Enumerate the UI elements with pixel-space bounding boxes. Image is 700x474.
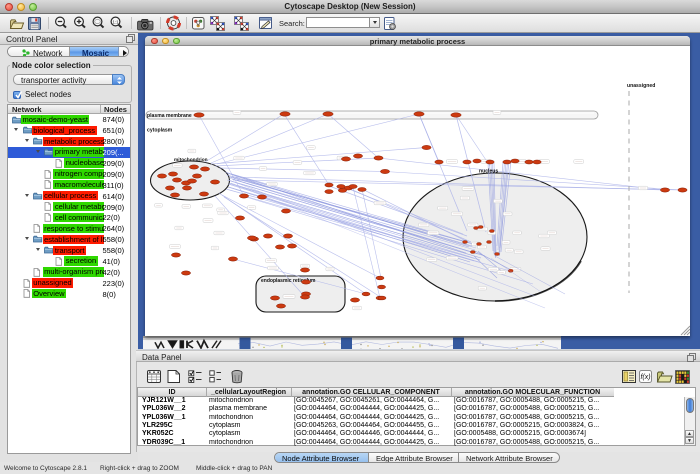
svg-text:1:1: 1:1: [113, 19, 120, 24]
svg-text:unassigned: unassigned: [627, 83, 655, 89]
svg-text:cytoplasm: cytoplasm: [147, 128, 173, 134]
svg-text:mitochondrion: mitochondrion: [174, 157, 208, 163]
svg-text:nucleus: nucleus: [479, 169, 498, 175]
svg-text:plasma membrane: plasma membrane: [147, 113, 192, 119]
svg-text:f(x): f(x): [640, 374, 650, 381]
